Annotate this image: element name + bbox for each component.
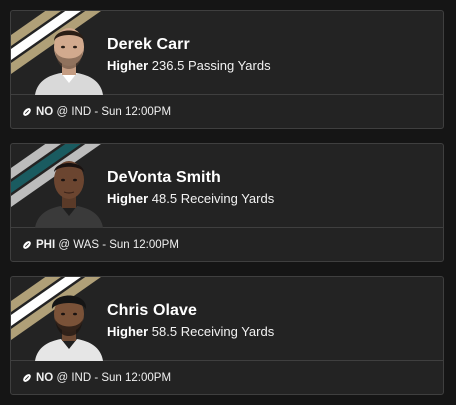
game-info: NO @ IND - Sun 12:00PM	[11, 361, 443, 394]
pick-card-header: Chris Olave Higher 58.5 Receiving Yards	[11, 277, 443, 361]
pick-line: Higher 236.5 Passing Yards	[107, 58, 271, 73]
pick-value: 58.5	[151, 324, 178, 339]
pick-line: Higher 48.5 Receiving Yards	[107, 191, 274, 206]
pick-card-header: DeVonta Smith Higher 48.5 Receiving Yard…	[11, 144, 443, 228]
matchup-text: @ IND - Sun 12:00PM	[56, 105, 172, 118]
pick-direction: Higher	[107, 324, 149, 339]
matchup-text: @ WAS - Sun 12:00PM	[58, 238, 179, 251]
team-abbr: PHI	[36, 238, 56, 251]
pick-stat: Receiving Yards	[180, 324, 275, 339]
football-icon	[23, 240, 31, 249]
player-name: DeVonta Smith	[107, 169, 221, 186]
game-info: NO @ IND - Sun 12:00PM	[11, 95, 443, 128]
player-headshot	[33, 283, 105, 361]
player-headshot	[33, 150, 105, 228]
pick-card[interactable]: Derek Carr Higher 236.5 Passing Yards NO…	[10, 10, 444, 129]
pick-list: Derek Carr Higher 236.5 Passing Yards NO…	[0, 0, 456, 405]
pick-stat: Passing Yards	[187, 58, 271, 73]
pick-value: 48.5	[151, 191, 178, 206]
player-headshot	[33, 17, 105, 95]
football-icon	[23, 107, 31, 116]
team-abbr: NO	[36, 371, 54, 384]
pick-card[interactable]: DeVonta Smith Higher 48.5 Receiving Yard…	[10, 143, 444, 262]
pick-line: Higher 58.5 Receiving Yards	[107, 324, 274, 339]
matchup-text: @ IND - Sun 12:00PM	[56, 371, 172, 384]
team-abbr: NO	[36, 105, 54, 118]
pick-direction: Higher	[107, 58, 149, 73]
pick-card[interactable]: Chris Olave Higher 58.5 Receiving Yards …	[10, 276, 444, 395]
football-icon	[23, 373, 31, 382]
player-name: Chris Olave	[107, 302, 198, 319]
pick-value: 236.5	[151, 58, 185, 73]
pick-stat: Receiving Yards	[180, 191, 275, 206]
player-name: Derek Carr	[107, 36, 190, 53]
game-info: PHI @ WAS - Sun 12:00PM	[11, 228, 443, 261]
pick-card-header: Derek Carr Higher 236.5 Passing Yards	[11, 11, 443, 95]
pick-direction: Higher	[107, 191, 149, 206]
